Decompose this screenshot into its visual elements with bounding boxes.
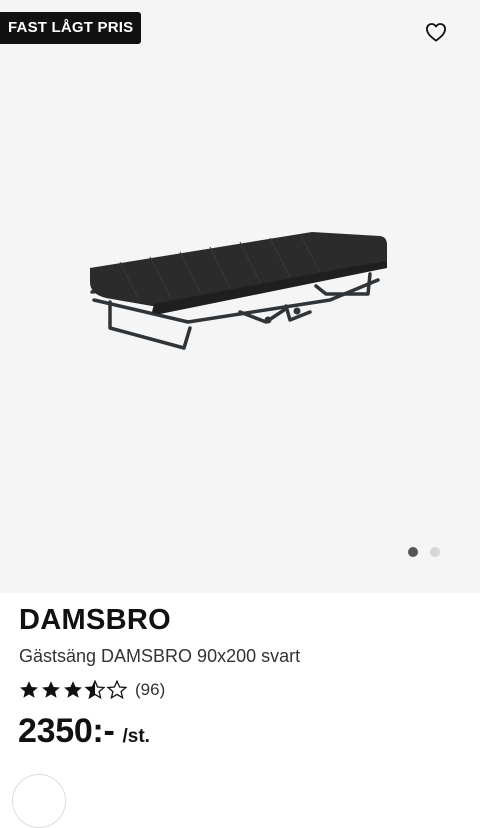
price-unit: /st. bbox=[122, 726, 150, 747]
star-filled-icon bbox=[20, 681, 38, 698]
star-rating-icons bbox=[20, 680, 127, 699]
heart-outline-icon bbox=[425, 23, 446, 42]
pagination-dot-1[interactable] bbox=[408, 547, 418, 557]
product-gallery[interactable]: FAST LÅGT PRIS bbox=[0, 0, 480, 593]
star-half-icon bbox=[85, 680, 105, 699]
fast-lagt-pris-badge: FAST LÅGT PRIS bbox=[0, 12, 142, 44]
product-price: 2350:- /st. bbox=[18, 712, 150, 751]
product-name: DAMSBRO bbox=[19, 604, 171, 636]
pagination-dot-2[interactable] bbox=[430, 547, 440, 557]
bottom-action-button[interactable] bbox=[12, 774, 66, 828]
price-amount: 2350:- bbox=[18, 712, 115, 750]
product-rating[interactable]: (96) bbox=[19, 679, 165, 701]
folding-guest-bed-image bbox=[90, 232, 387, 350]
product-description: Gästsäng DAMSBRO 90x200 svart bbox=[19, 646, 301, 666]
star-empty-icon bbox=[107, 680, 127, 699]
image-pagination bbox=[408, 545, 440, 559]
review-count[interactable]: (96) bbox=[135, 680, 165, 700]
star-filled-icon bbox=[64, 681, 82, 698]
favorite-button[interactable] bbox=[420, 16, 452, 48]
star-filled-icon bbox=[42, 681, 60, 698]
